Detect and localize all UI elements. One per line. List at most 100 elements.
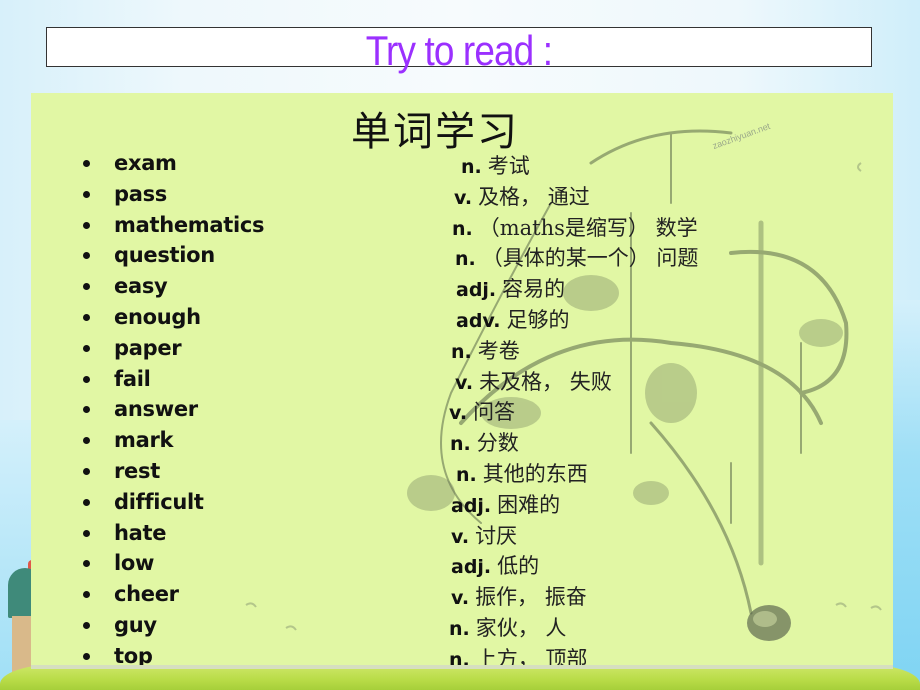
vocabulary-definition: adj. 容易的 — [456, 273, 565, 303]
bullet-icon — [83, 283, 90, 291]
chinese-meaning: 振作， 振奋 — [475, 585, 587, 610]
part-of-speech: n. — [461, 156, 482, 178]
vocabulary-word: answer — [114, 397, 198, 422]
vocabulary-definition: v. 及格， 通过 — [454, 181, 590, 211]
bullet-icon — [83, 221, 90, 229]
vocabulary-row: difficult adj. 困难的 — [31, 487, 893, 518]
vocabulary-definition: n. 家伙， 人 — [449, 612, 566, 642]
chinese-meaning: （具体的某一个） 问题 — [481, 246, 699, 271]
vocabulary-row: hate v. 讨厌 — [31, 518, 893, 549]
vocabulary-definition: adj. 困难的 — [451, 489, 560, 519]
vocabulary-row: paper n. 考卷 — [31, 333, 893, 364]
part-of-speech: n. — [451, 340, 472, 363]
bullet-icon — [83, 591, 90, 599]
vocabulary-row: mathematics n. （maths是缩写） 数学 — [31, 210, 893, 241]
vocabulary-word: fail — [114, 366, 151, 391]
vocabulary-word: exam — [114, 151, 177, 175]
vocabulary-definition: n. 考卷 — [451, 335, 520, 365]
vocabulary-word: rest — [114, 459, 160, 483]
part-of-speech: n. — [452, 217, 473, 240]
part-of-speech: adv. — [456, 310, 501, 332]
part-of-speech: n. — [455, 248, 476, 271]
vocabulary-definition: n. 其他的东西 — [456, 458, 588, 488]
vocabulary-word: low — [114, 551, 155, 576]
chinese-meaning: 容易的 — [502, 277, 566, 302]
vocabulary-definition: adj. 低的 — [451, 550, 539, 580]
part-of-speech: v. — [451, 587, 470, 610]
vocabulary-row: answer v. 问答 — [31, 394, 893, 425]
part-of-speech: v. — [449, 402, 468, 425]
panel-bottom-edge — [31, 665, 893, 669]
chinese-meaning: 讨厌 — [475, 523, 518, 548]
bullet-icon — [83, 468, 90, 475]
chinese-meaning: 家伙， 人 — [475, 616, 567, 640]
bullet-icon — [83, 498, 90, 506]
part-of-speech: v. — [451, 525, 470, 548]
vocabulary-row: top n. 上方， 顶部 — [31, 641, 893, 667]
vocabulary-definition: adv. 足够的 — [456, 304, 569, 334]
vocabulary-row: cheer v. 振作， 振奋 — [31, 579, 893, 610]
chinese-meaning: （maths是缩写） 数学 — [478, 215, 698, 240]
vocabulary-definition: n. 上方， 顶部 — [449, 643, 587, 667]
part-of-speech: adj. — [456, 279, 497, 302]
slide-title-box: Try to read : — [46, 27, 872, 72]
vocabulary-definition: v. 振作， 振奋 — [451, 581, 587, 611]
chinese-meaning: 及格， 通过 — [478, 184, 590, 209]
vocabulary-row: guy n. 家伙， 人 — [31, 610, 893, 641]
chinese-meaning: 上方， 顶部 — [475, 646, 588, 667]
bullet-icon — [83, 252, 90, 260]
bullet-icon — [83, 406, 90, 414]
vocabulary-definition: v. 讨厌 — [451, 520, 517, 550]
bullet-icon — [83, 160, 90, 167]
bullet-icon — [83, 314, 90, 321]
chinese-meaning: 其他的东西 — [482, 462, 588, 486]
vocabulary-word: difficult — [114, 489, 204, 514]
vocabulary-definition: v. 未及格， 失败 — [455, 366, 612, 396]
vocabulary-row: easy adj. 容易的 — [31, 271, 893, 302]
vocabulary-word: mark — [114, 428, 174, 453]
chinese-meaning: 考试 — [487, 154, 530, 178]
part-of-speech: n. — [456, 464, 477, 486]
chinese-meaning: 足够的 — [506, 308, 570, 332]
chinese-meaning: 问答 — [473, 400, 516, 425]
vocabulary-word: mathematics — [114, 212, 265, 237]
part-of-speech: v. — [455, 371, 474, 394]
vocabulary-row: exam n. 考试 — [31, 148, 893, 179]
bullet-icon — [83, 622, 90, 629]
bullet-icon — [83, 560, 90, 568]
vocabulary-row: pass v. 及格， 通过 — [31, 179, 893, 210]
chinese-meaning: 未及格， 失败 — [479, 369, 612, 394]
vocabulary-definition: n. （具体的某一个） 问题 — [455, 242, 698, 272]
background-sky-right — [892, 300, 920, 690]
part-of-speech: n. — [449, 618, 470, 640]
part-of-speech: adj. — [451, 494, 492, 517]
vocabulary-row: low adj. 低的 — [31, 548, 893, 579]
vocabulary-word: enough — [114, 305, 201, 329]
slide-title: Try to read : — [365, 27, 553, 74]
vocabulary-word: cheer — [114, 582, 179, 607]
bullet-icon — [83, 375, 90, 383]
chinese-meaning: 困难的 — [497, 492, 561, 517]
bullet-icon — [83, 190, 90, 198]
bullet-icon — [83, 344, 90, 352]
vocabulary-definition: n. 分数 — [450, 427, 519, 457]
vocabulary-definition: n. 考试 — [461, 150, 530, 180]
vocabulary-row: question n. （具体的某一个） 问题 — [31, 240, 893, 271]
chinese-meaning: 分数 — [476, 431, 519, 456]
bullet-icon — [83, 652, 90, 660]
bullet-icon — [83, 437, 90, 445]
vocabulary-word: paper — [114, 335, 182, 360]
bullet-icon — [83, 529, 90, 537]
vocabulary-definition: n. （maths是缩写） 数学 — [452, 212, 698, 242]
vocabulary-word: guy — [114, 613, 157, 637]
vocabulary-word: pass — [114, 181, 168, 206]
vocabulary-row: mark n. 分数 — [31, 425, 893, 456]
part-of-speech: n. — [450, 433, 471, 456]
vocabulary-row: enough adv. 足够的 — [31, 302, 893, 333]
vocabulary-definition: v. 问答 — [449, 396, 515, 426]
part-of-speech: v. — [454, 186, 473, 209]
part-of-speech: adj. — [451, 556, 492, 579]
chinese-meaning: 低的 — [497, 554, 540, 579]
vocabulary-word: easy — [114, 274, 168, 299]
chinese-meaning: 考卷 — [477, 338, 520, 363]
